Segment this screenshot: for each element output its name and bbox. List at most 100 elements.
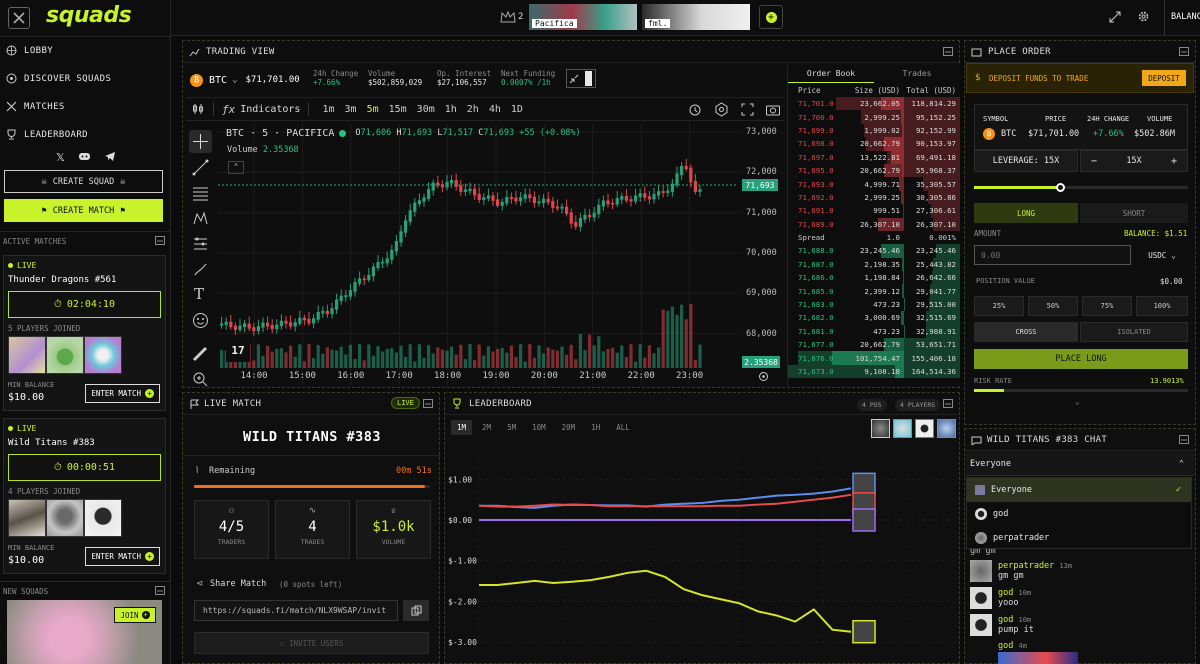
enter-match-button[interactable]: ENTER MATCH +: [85, 384, 160, 403]
bid-row[interactable]: 71,682.0 3,000.69 32,515.69: [788, 311, 960, 325]
price-chart[interactable]: BTC · 5 · PACIFICA O71,606 H71,693 L71,5…: [218, 124, 784, 386]
avatar[interactable]: [915, 419, 934, 438]
fullscreen-icon[interactable]: [740, 102, 755, 117]
ask-row[interactable]: 71,691.0 999.51 27,306.61: [788, 204, 960, 218]
create-match-button[interactable]: ⚑ CREATE MATCH ⚑: [4, 199, 163, 222]
cross-tab[interactable]: CROSS: [974, 322, 1078, 342]
expand-icon[interactable]: [1109, 11, 1121, 23]
range-tab-2M[interactable]: 2M: [476, 420, 497, 435]
telegram-icon[interactable]: [104, 151, 116, 162]
zoom-icon[interactable]: [192, 371, 209, 388]
squad-thumb[interactable]: Pacifica: [529, 4, 637, 30]
collapse-toggle[interactable]: [566, 69, 596, 88]
invite-users-button[interactable]: ⚇ INVITE USERS: [194, 632, 429, 654]
minimize-icon[interactable]: [943, 47, 953, 56]
timeframe-1h[interactable]: 1h: [440, 104, 462, 115]
ask-row[interactable]: 71,692.0 2,999.25 30,305.86: [788, 190, 960, 205]
range-tab-20M[interactable]: 20M: [556, 420, 582, 435]
nav-lobby[interactable]: LOBBY: [6, 45, 53, 56]
bid-row[interactable]: 71,673.0 9,108.18 164,514.36: [788, 364, 960, 379]
ask-row[interactable]: 71,699.0 1,999.02 92,152.99: [788, 123, 960, 138]
squad-thumb[interactable]: fml.: [642, 4, 750, 30]
ask-row[interactable]: 71,695.0 20,662.79 55,968.37: [788, 163, 960, 178]
pct-100-button[interactable]: 100%: [1136, 296, 1188, 316]
bid-row[interactable]: 71,687.0 2,198.35 25,443.82: [788, 257, 960, 272]
plus-button[interactable]: +: [1171, 156, 1177, 167]
fib-icon[interactable]: [192, 185, 209, 202]
add-squad-button[interactable]: +: [759, 5, 783, 29]
trend-line-icon[interactable]: [192, 159, 209, 176]
timeframe-4h[interactable]: 4h: [484, 104, 506, 115]
text-tool-icon[interactable]: T: [194, 285, 204, 303]
tradingview-logo-icon[interactable]: 17: [226, 338, 250, 362]
range-tab-10M[interactable]: 10M: [526, 420, 552, 435]
match-card[interactable]: LIVE Wild Titans #383 ⏱ 00:00:51 4 PLAYER…: [3, 418, 166, 574]
timeframe-30m[interactable]: 30m: [412, 104, 440, 115]
timeframe-1m[interactable]: 1m: [317, 104, 339, 115]
player-end-avatar[interactable]: [852, 508, 876, 532]
timeframe-5m[interactable]: 5m: [362, 104, 384, 115]
minimize-icon[interactable]: [423, 399, 433, 408]
leverage-slider[interactable]: [974, 183, 1188, 192]
leverage-stepper[interactable]: − 15X +: [1080, 150, 1188, 172]
avatar[interactable]: [893, 419, 912, 438]
crosshair-tool[interactable]: [189, 130, 212, 153]
pct-25-button[interactable]: 25%: [974, 296, 1024, 316]
minimize-icon[interactable]: [943, 399, 953, 408]
range-tab-5M[interactable]: 5M: [501, 420, 522, 435]
minimize-icon[interactable]: [155, 586, 165, 595]
indicators-icon[interactable]: ƒx: [222, 103, 235, 116]
logo[interactable]: squads: [46, 3, 132, 28]
close-sidebar-button[interactable]: [8, 7, 30, 29]
range-tab-1M[interactable]: 1M: [451, 420, 473, 435]
chat-filter-select[interactable]: Everyone ⌃: [966, 452, 1194, 476]
chevron-down-icon[interactable]: ⌄: [1075, 397, 1080, 406]
collapse-legend-button[interactable]: ⌃: [228, 161, 244, 174]
place-long-button[interactable]: PLACE LONG: [974, 349, 1188, 369]
minimize-icon[interactable]: [1179, 47, 1189, 56]
emoji-icon[interactable]: [192, 312, 209, 329]
amount-input[interactable]: [974, 245, 1131, 265]
match-card[interactable]: LIVE Thunder Dragons #561 ⏱ 02:04:10 5 PL…: [3, 255, 166, 411]
range-tab-ALL[interactable]: ALL: [610, 420, 636, 435]
timeframe-1D[interactable]: 1D: [506, 104, 528, 115]
ticker-symbol[interactable]: BTC: [209, 75, 227, 86]
option-everyone[interactable]: Everyone ✓: [967, 478, 1191, 502]
balance-label[interactable]: BALANCE: [1171, 12, 1200, 22]
deposit-button[interactable]: DEPOSIT: [1142, 70, 1186, 86]
candle-type-icon[interactable]: [191, 102, 205, 116]
join-squad-button[interactable]: JOIN +: [114, 607, 156, 623]
bid-row[interactable]: 71,677.0 20,662.79 53,651.71: [788, 338, 960, 352]
tab-trades[interactable]: Trades: [874, 65, 960, 83]
pattern-icon[interactable]: [192, 210, 209, 227]
create-squad-button[interactable]: ☠ CREATE SQUAD ☠: [4, 170, 163, 193]
nav-leaderboard[interactable]: LEADERBOARD: [6, 129, 88, 140]
gear-icon[interactable]: [1137, 10, 1150, 23]
bid-row[interactable]: 71,688.0 23,245.46 23,245.46: [788, 244, 960, 258]
timeframe-2h[interactable]: 2h: [462, 104, 484, 115]
copy-button[interactable]: [403, 600, 429, 621]
player-end-avatar[interactable]: [852, 472, 876, 497]
pct-75-button[interactable]: 75%: [1082, 296, 1132, 316]
avatar[interactable]: [937, 419, 956, 438]
pct-50-button[interactable]: 50%: [1028, 296, 1078, 316]
settings-icon[interactable]: [714, 102, 729, 117]
chevron-down-icon[interactable]: ⌄: [232, 75, 237, 85]
short-tab[interactable]: SHORT: [1080, 203, 1188, 223]
option-perpatrader[interactable]: perpatrader: [967, 526, 1191, 550]
player-end-avatar[interactable]: [852, 619, 876, 644]
currency-select[interactable]: USDC ⌄: [1136, 245, 1188, 265]
indicators-button[interactable]: Indicators: [240, 104, 300, 115]
ask-row[interactable]: 71,698.0 20,662.79 90,153.97: [788, 137, 960, 151]
alert-icon[interactable]: [688, 102, 703, 117]
bid-row[interactable]: 71,676.0 101,754.47 155,406.18: [788, 351, 960, 365]
bid-row[interactable]: 71,686.0 1,198.84 26,642.66: [788, 271, 960, 285]
measure-icon[interactable]: [192, 235, 209, 252]
ask-row[interactable]: 71,697.0 13,522.81 69,491.18: [788, 150, 960, 164]
timeframe-15m[interactable]: 15m: [384, 104, 412, 115]
minimize-icon[interactable]: [155, 236, 165, 245]
nav-discover-squads[interactable]: DISCOVER SQUADS: [6, 73, 111, 84]
bid-row[interactable]: 71,683.0 473.23 29,515.00: [788, 297, 960, 312]
bid-row[interactable]: 71,685.0 2,399.12 29,041.77: [788, 284, 960, 298]
range-tab-1H[interactable]: 1H: [585, 420, 606, 435]
